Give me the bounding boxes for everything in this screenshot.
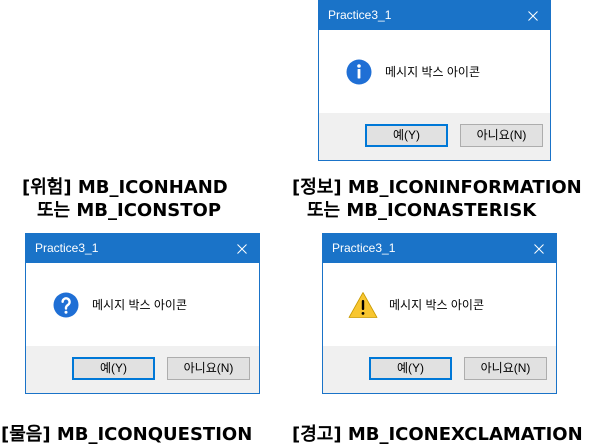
- question-icon: [53, 292, 79, 318]
- window-title: Practice3_1: [35, 241, 99, 255]
- message-box-exclamation: Practice3_1 메시지 박스 아이콘 예(Y) 아니요(N): [322, 233, 557, 394]
- caption-iconhand: [위험] MB_ICONHAND 또는 MB_ICONSTOP: [22, 176, 228, 222]
- close-icon: [237, 243, 247, 254]
- title-bar[interactable]: Practice3_1: [26, 234, 259, 263]
- caption-line: 또는 MB_ICONSTOP: [37, 200, 222, 221]
- button-bar: 예(Y) 아니요(N): [323, 346, 556, 393]
- caption-iconexclamation: [경고] MB_ICONEXCLAMATION: [292, 423, 583, 446]
- button-bar: 예(Y) 아니요(N): [26, 346, 259, 393]
- close-button[interactable]: [522, 234, 556, 263]
- window-title: Practice3_1: [332, 241, 396, 255]
- information-icon: [346, 59, 372, 85]
- caption-line: 또는 MB_ICONASTERISK: [307, 200, 537, 221]
- close-button[interactable]: [225, 234, 259, 263]
- caption-iconinformation: [정보] MB_ICONINFORMATION 또는 MB_ICONASTERI…: [292, 176, 582, 222]
- caption-line: [경고] MB_ICONEXCLAMATION: [292, 424, 583, 445]
- title-bar[interactable]: Practice3_1: [323, 234, 556, 263]
- message-area: 메시지 박스 아이콘: [26, 263, 259, 346]
- message-box-information: Practice3_1 메시지 박스 아이콘 예(Y) 아니요(N): [318, 0, 551, 161]
- message-text: 메시지 박스 아이콘: [389, 298, 484, 312]
- yes-button[interactable]: 예(Y): [365, 124, 448, 147]
- page: Practice3_1 메시지 박스 아이콘 예(Y) 아니요(N) [위험] …: [0, 0, 600, 446]
- no-button[interactable]: 아니요(N): [460, 124, 543, 147]
- message-area: 메시지 박스 아이콘: [323, 263, 556, 346]
- message-text: 메시지 박스 아이콘: [385, 65, 480, 79]
- no-button[interactable]: 아니요(N): [464, 357, 547, 380]
- message-text: 메시지 박스 아이콘: [92, 298, 187, 312]
- yes-button[interactable]: 예(Y): [72, 357, 155, 380]
- yes-button[interactable]: 예(Y): [369, 357, 452, 380]
- caption-iconquestion: [물음] MB_ICONQUESTION: [1, 423, 252, 446]
- message-area: 메시지 박스 아이콘: [319, 30, 550, 113]
- caption-line: [위험] MB_ICONHAND: [22, 177, 228, 198]
- window-title: Practice3_1: [328, 8, 392, 22]
- close-icon: [534, 243, 544, 254]
- button-bar: 예(Y) 아니요(N): [319, 113, 550, 160]
- no-button[interactable]: 아니요(N): [167, 357, 250, 380]
- warning-icon: [348, 292, 378, 318]
- caption-line: [물음] MB_ICONQUESTION: [1, 424, 253, 445]
- title-bar[interactable]: Practice3_1: [319, 1, 550, 30]
- caption-line: [정보] MB_ICONINFORMATION: [292, 177, 582, 198]
- message-box-question: Practice3_1 메시지 박스 아이콘 예(Y) 아니요(N): [25, 233, 260, 394]
- close-button[interactable]: [516, 1, 550, 30]
- close-icon: [528, 10, 538, 21]
